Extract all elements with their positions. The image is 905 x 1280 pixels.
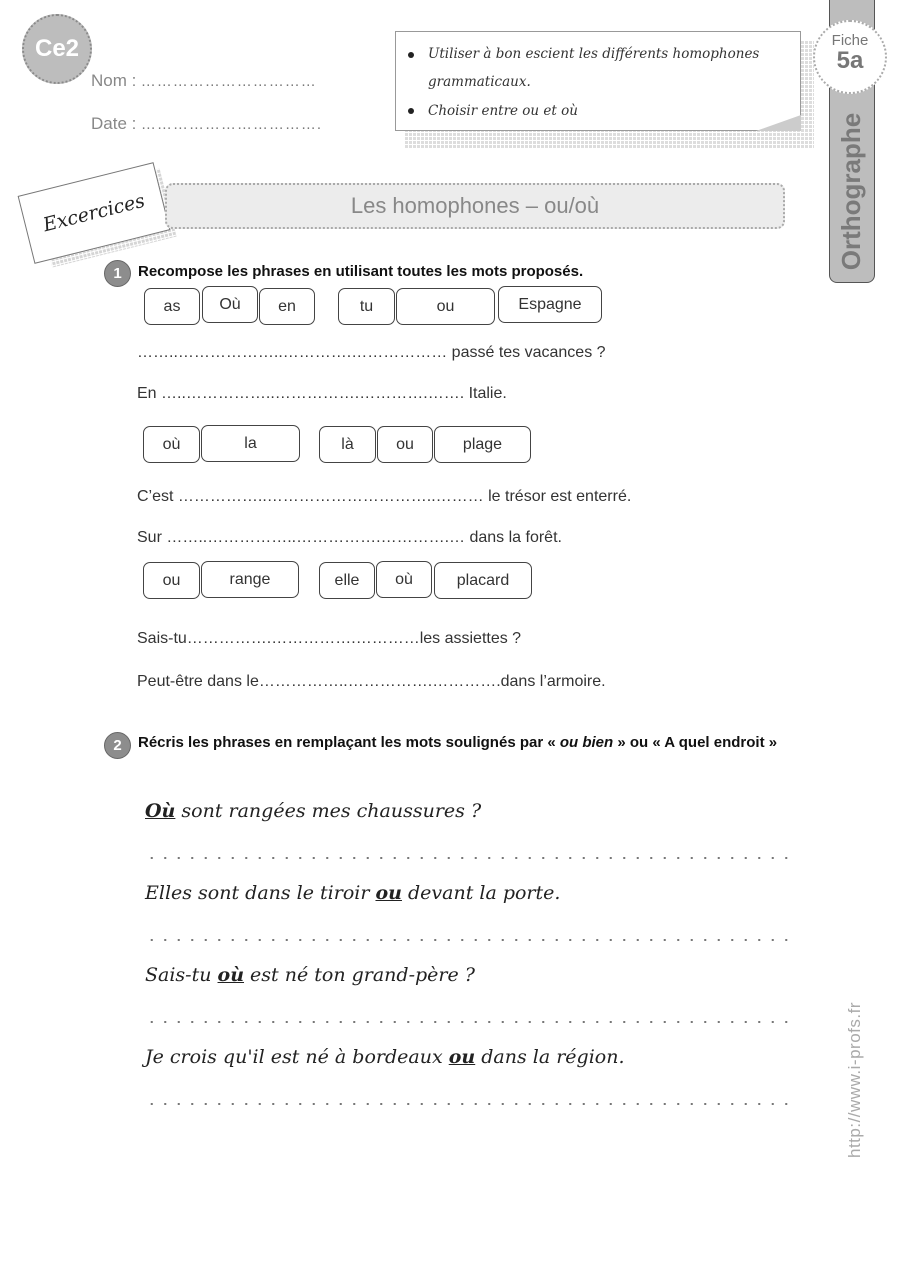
subject-label: Orthographe xyxy=(836,112,867,271)
fill-sentence[interactable]: ……..………………..………….……………… passé tes vacanc… xyxy=(137,344,606,362)
underlined-word: ou xyxy=(448,1046,476,1068)
word-tile[interactable]: ou xyxy=(143,562,200,599)
fill-sentence[interactable]: Sais-tu…………….…………….…………les assiettes ? xyxy=(137,630,521,648)
word-tile[interactable]: Espagne xyxy=(498,286,602,323)
site-url: http://www.i-profs.fr xyxy=(845,1002,865,1158)
underlined-word: Où xyxy=(145,800,176,822)
date-label: Date : xyxy=(91,114,137,133)
section-label: Excercices xyxy=(17,162,171,264)
word-tile[interactable]: placard xyxy=(434,562,532,599)
exercise-2-instruction: Récris les phrases en remplaçant les mot… xyxy=(138,734,778,751)
word-tile[interactable]: là xyxy=(319,426,376,463)
rewrite-sentence: Où sont rangées mes chaussures ? xyxy=(145,800,482,822)
word-tile[interactable]: où xyxy=(143,426,200,463)
page-curl-icon xyxy=(756,115,801,131)
rewrite-sentence: Sais-tu où est né ton grand-père ? xyxy=(145,964,475,986)
rewrite-sentence: Je crois qu'il est né à bordeaux ou dans… xyxy=(145,1046,625,1068)
level-badge: Ce2 xyxy=(22,14,92,84)
answer-line[interactable] xyxy=(145,1103,793,1105)
name-label: Nom : xyxy=(91,71,137,90)
objectives-list: Utiliser à bon escient les différents ho… xyxy=(406,40,790,126)
underlined-word: où xyxy=(217,964,245,986)
objectives-card: Utiliser à bon escient les différents ho… xyxy=(395,31,801,131)
fiche-badge: Fiche 5a xyxy=(813,20,887,94)
word-tile[interactable]: range xyxy=(201,561,299,598)
word-tile[interactable]: as xyxy=(144,288,200,325)
objective-item: Utiliser à bon escient les différents ho… xyxy=(408,40,788,96)
word-tile[interactable]: elle xyxy=(319,562,375,599)
answer-line[interactable] xyxy=(145,939,793,941)
word-tile[interactable]: plage xyxy=(434,426,531,463)
word-tile[interactable]: tu xyxy=(338,288,395,325)
fill-sentence[interactable]: Peut-être dans le……………..…………….………….dans … xyxy=(137,673,606,691)
word-tile[interactable]: ou xyxy=(396,288,495,325)
underlined-word: ou xyxy=(375,882,402,904)
fill-sentence[interactable]: En …..……………..…………….………….……. Italie. xyxy=(137,385,507,403)
word-tile[interactable]: Où xyxy=(202,286,258,323)
date-dots: ……………………………. xyxy=(140,116,322,133)
answer-line[interactable] xyxy=(145,857,793,859)
name-dots: …………………………… xyxy=(140,73,317,90)
answer-line[interactable] xyxy=(145,1021,793,1023)
rewrite-sentence: Elles sont dans le tiroir ou devant la p… xyxy=(145,882,561,904)
date-field[interactable]: Date : ……………………………. xyxy=(91,114,322,134)
word-tile[interactable]: ou xyxy=(377,426,433,463)
word-tile[interactable]: où xyxy=(376,561,432,598)
exercise-number-2: 2 xyxy=(104,732,131,759)
page-title: Les homophones – ou/où xyxy=(165,183,785,229)
fill-sentence[interactable]: C’est ……………..…………………………..……… le trésor e… xyxy=(137,488,631,506)
fill-sentence[interactable]: Sur ……..……………..…………….………….… dans la forê… xyxy=(137,529,562,547)
name-field[interactable]: Nom : …………………………… xyxy=(91,71,317,91)
word-tile[interactable]: la xyxy=(201,425,300,462)
fiche-number: 5a xyxy=(836,47,864,74)
exercise-number-1: 1 xyxy=(104,260,131,287)
objective-item: Choisir entre ou et où xyxy=(408,96,790,126)
exercise-1-instruction: Recompose les phrases en utilisant toute… xyxy=(138,263,584,280)
word-tile[interactable]: en xyxy=(259,288,315,325)
